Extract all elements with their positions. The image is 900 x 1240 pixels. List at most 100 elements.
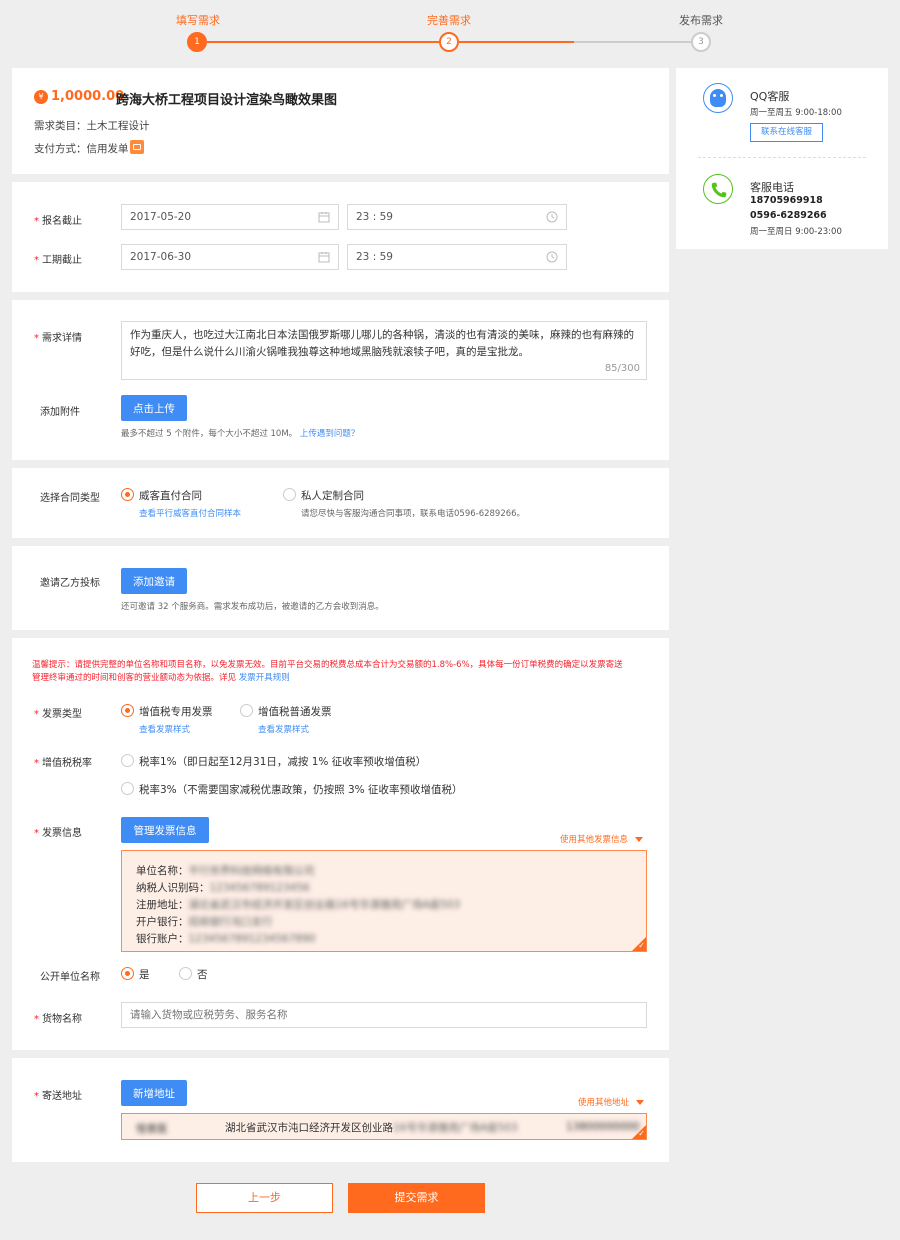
invoice-special-radio[interactable] — [121, 704, 134, 717]
public-no-radio[interactable] — [179, 967, 192, 980]
other-invoice-link[interactable]: 使用其他发票信息 — [560, 833, 643, 845]
public-no-label: 否 — [197, 969, 208, 981]
work-deadline-label: * 工期截止 — [34, 255, 82, 266]
tax-rate-label: * 增值税税率 — [34, 758, 92, 769]
contract-sample-link[interactable]: 查看平行威客直付合同样本 — [139, 507, 241, 519]
payment-label: 支付方式： — [34, 143, 87, 155]
step-1-label: 填写需求 — [176, 14, 220, 27]
tax-rate-1-label: 税率1%（即日起至12月31日，减按 1% 征收率预收增值税） — [139, 756, 427, 768]
work-time-input[interactable]: 23 : 59 — [347, 244, 567, 270]
invite-card: 邀请乙方投标 添加邀请 还可邀请 32 个服务商。需求发布成功后，被邀请的乙方会… — [12, 546, 669, 630]
invoice-account-row: 银行账户：1234567891234567890 — [136, 933, 316, 945]
qq-icon — [703, 83, 733, 113]
phone-number-2: 0596-6289266 — [750, 210, 827, 221]
tax-rate-3-label: 税率3%（不需要国家减税优惠政策，仍按照 3% 征收率预收增值税） — [139, 784, 463, 796]
invoice-type-label: * 发票类型 — [34, 709, 82, 720]
signup-time-value: 23 : 59 — [356, 211, 393, 223]
step-2-circle: 2 — [439, 32, 459, 52]
category-value: 土木工程设计 — [86, 120, 150, 132]
project-price: 1,0000.00 — [51, 89, 125, 104]
invite-hint: 还可邀请 32 个服务商。需求发布成功后，被邀请的乙方会收到消息。 — [121, 602, 384, 612]
contract-card: 选择合同类型 威客直付合同 查看平行威客直付合同样本 私人定制合同 请您尽快与客… — [12, 468, 669, 538]
deadline-card: * 报名截止 2017-05-20 23 : 59 * 工期截止 2017-06-3… — [12, 182, 669, 292]
work-date-input[interactable]: 2017-06-30 — [121, 244, 339, 270]
signup-time-input[interactable]: 23 : 59 — [347, 204, 567, 230]
invoice-info-box[interactable]: 单位名称：平行世界科技网络有限公司 纳税人识别码：123456789123456… — [121, 850, 647, 952]
contract-custom-radio[interactable] — [283, 488, 296, 501]
phone-icon — [703, 174, 733, 204]
selected-check-icon: ✓ — [632, 937, 646, 951]
submit-button[interactable]: 提交需求 — [348, 1183, 485, 1213]
detail-card: * 需求详情 作为重庆人，也吃过大江南北日本法国俄罗斯哪儿哪儿的各种锅，清淡的也有… — [12, 300, 669, 460]
address-label: * 寄送地址 — [34, 1091, 82, 1102]
category-label: 需求类目： — [34, 120, 87, 132]
invoice-company-row: 单位名称：平行世界科技网络有限公司 — [136, 865, 315, 877]
goods-name-input[interactable] — [121, 1002, 647, 1028]
invoice-info-label: * 发票信息 — [34, 828, 82, 839]
clock-icon — [546, 211, 558, 223]
public-name-label: 公开单位名称 — [40, 972, 100, 983]
credit-card-icon — [130, 140, 144, 154]
detail-text: 作为重庆人，也吃过大江南北日本法国俄罗斯哪儿哪儿的各种锅，清淡的也有清淡的美味，… — [130, 329, 634, 358]
invoice-notice-line2: 管理终审通过的时间和创客的营业额动态为依据。详见 发票开具规则 — [32, 673, 290, 683]
step-2-label: 完善需求 — [427, 14, 471, 27]
add-address-button[interactable]: 新增地址 — [121, 1080, 187, 1106]
invoice-rules-link[interactable]: 发票开具规则 — [239, 673, 290, 683]
detail-textarea[interactable]: 作为重庆人，也吃过大江南北日本法国俄罗斯哪儿哪儿的各种锅，清淡的也有清淡的美味，… — [121, 321, 647, 380]
invoice-notice: 温馨提示：请提供完整的单位名称和项目名称，以免发票无效。目前平台交易的税费总成本… — [32, 659, 664, 685]
prev-step-button[interactable]: 上一步 — [196, 1183, 333, 1213]
payment-row: 支付方式：信用发单 — [34, 141, 129, 156]
customer-service-card: QQ客服 周一至周五 9:00-18:00 联系在线客服 客服电话 187059… — [676, 68, 888, 249]
invoice-address-row: 注册地址：湖北省武汉市经济开发区创业路16号华源雅苑广场A座503 — [136, 899, 461, 911]
progress-steps: 填写需求 1 完善需求 2 发布需求 3 — [0, 0, 900, 62]
contract-custom-label: 私人定制合同 — [301, 490, 364, 502]
invoice-taxid-row: 纳税人识别码：123456789123456 — [136, 882, 310, 894]
step-3-label: 发布需求 — [679, 14, 723, 27]
invoice-normal-sample-link[interactable]: 查看发票样式 — [258, 723, 309, 735]
phone-number-1: 18705969918 — [750, 195, 823, 206]
phone-service-hours: 周一至周日 9:00-23:00 — [750, 227, 842, 237]
step-line-1 — [207, 41, 447, 43]
invoice-card: 温馨提示：请提供完整的单位名称和项目名称，以免发票无效。目前平台交易的税费总成本… — [12, 638, 669, 1050]
upload-button[interactable]: 点击上传 — [121, 395, 187, 421]
upload-hint: 最多不超过 5 个附件，每个大小不超过 10M。 上传遇到问题？ — [121, 429, 360, 439]
category-row: 需求类目：土木工程设计 — [34, 118, 150, 133]
service-divider — [698, 157, 866, 158]
step-line-2-done — [459, 41, 574, 43]
address-recipient: 怪兽医 — [136, 1123, 168, 1135]
signup-date-input[interactable]: 2017-05-20 — [121, 204, 339, 230]
contract-direct-radio[interactable] — [121, 488, 134, 501]
price-icon: ¥ — [34, 90, 48, 104]
contact-online-button[interactable]: 联系在线客服 — [750, 123, 823, 142]
tax-rate-3-radio[interactable] — [121, 782, 134, 795]
step-1-circle: 1 — [187, 32, 207, 52]
clock-icon — [546, 251, 558, 263]
contract-custom-hint: 请您尽快与客服沟通合同事项，联系电话0596-6289266。 — [301, 509, 526, 519]
manage-invoice-button[interactable]: 管理发票信息 — [121, 817, 209, 843]
signup-date-value: 2017-05-20 — [130, 211, 192, 223]
address-selected-box[interactable]: 怪兽医 湖北省武汉市沌口经济开发区创业路16号华源雅苑广场A座503 13800… — [121, 1113, 647, 1140]
selected-check-icon: ✓ — [632, 1125, 646, 1139]
invite-label: 邀请乙方投标 — [40, 578, 100, 589]
signup-deadline-label: * 报名截止 — [34, 216, 82, 227]
payment-value: 信用发单 — [86, 143, 129, 155]
invoice-notice-line1: 温馨提示：请提供完整的单位名称和项目名称，以免发票无效。目前平台交易的税费总成本… — [32, 660, 623, 670]
work-date-value: 2017-06-30 — [130, 251, 192, 263]
upload-problem-link[interactable]: 上传遇到问题？ — [300, 429, 360, 439]
tax-rate-1-radio[interactable] — [121, 754, 134, 767]
contract-type-label: 选择合同类型 — [40, 493, 100, 504]
caret-down-icon — [634, 837, 643, 842]
project-title: 跨海大桥工程项目设计渲染鸟瞰效果图 — [116, 93, 338, 108]
attachment-label: 添加附件 — [40, 407, 80, 418]
detail-counter: 85/300 — [604, 363, 640, 374]
public-yes-radio[interactable] — [121, 967, 134, 980]
detail-label: * 需求详情 — [34, 333, 82, 344]
address-phone: 13800000000 — [566, 1121, 640, 1133]
other-address-link[interactable]: 使用其他地址 — [578, 1096, 644, 1108]
invoice-special-sample-link[interactable]: 查看发票样式 — [139, 723, 190, 735]
invoice-normal-label: 增值税普通发票 — [258, 706, 332, 718]
project-summary-card: ¥ 1,0000.00 跨海大桥工程项目设计渲染鸟瞰效果图 需求类目：土木工程设… — [12, 68, 669, 174]
add-invite-button[interactable]: 添加邀请 — [121, 568, 187, 594]
phone-service-title: 客服电话 — [750, 181, 794, 194]
invoice-normal-radio[interactable] — [240, 704, 253, 717]
